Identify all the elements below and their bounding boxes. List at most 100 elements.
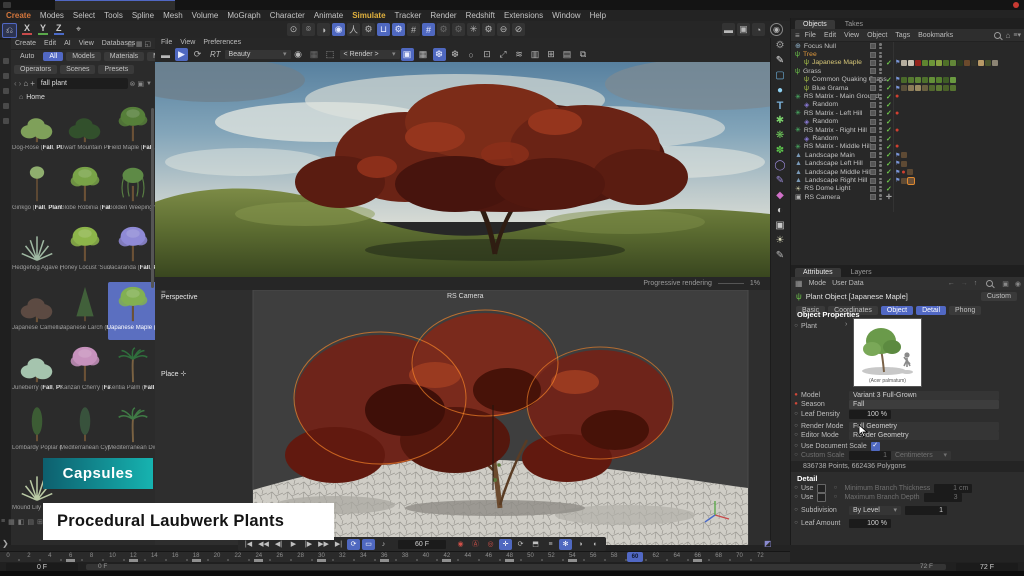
enabled-check-icon[interactable]: ✓ <box>886 84 892 92</box>
editor-render-dots[interactable] <box>879 52 882 58</box>
redshift-tag-icon[interactable]: ● <box>895 127 899 134</box>
material-tag[interactable] <box>964 60 970 66</box>
browser-tab-auto[interactable]: Auto <box>14 52 40 61</box>
browser-subtab-presets[interactable]: Presets <box>98 65 134 74</box>
key-parameter-button[interactable]: ≡ <box>544 539 557 550</box>
enabled-check-icon[interactable]: ✓ <box>886 101 892 109</box>
axis-x-button[interactable]: X <box>22 23 32 35</box>
editor-render-dots[interactable] <box>879 102 882 108</box>
grid-icon[interactable]: ▦ <box>308 48 321 61</box>
object-row-japanese-maple-2[interactable]: ψJapanese Maple✓⚑ <box>791 59 1024 67</box>
copy-icon[interactable]: ⧉ <box>577 48 590 61</box>
key-rotation-button[interactable]: ⟳ <box>514 539 527 550</box>
search-input[interactable]: fall plant <box>37 78 128 89</box>
anim-dot[interactable]: ○ <box>791 411 801 417</box>
anim-dot[interactable]: ○ <box>791 423 801 429</box>
material-tag[interactable] <box>907 169 913 175</box>
render-settings-button[interactable]: ◔ <box>752 23 765 36</box>
visibility-toggle[interactable] <box>870 127 876 133</box>
live-selection-icon[interactable]: ⊙ <box>287 23 300 36</box>
object-row-random-7[interactable]: ◈Random✓ <box>791 101 1024 109</box>
editor-render-dots[interactable] <box>879 152 882 158</box>
goto-start-button[interactable]: |◀ <box>242 539 255 550</box>
spline-circle-icon[interactable]: ◯ <box>771 158 789 173</box>
pixel-grid-icon[interactable]: ▦ <box>417 48 430 61</box>
material-tag[interactable] <box>922 77 928 83</box>
tool-icon[interactable] <box>3 103 9 109</box>
leaf-density-input[interactable]: 100 % <box>849 410 891 419</box>
expand-icon[interactable]: ⤢ <box>497 48 510 61</box>
material-tag[interactable] <box>922 60 928 66</box>
cluster-icon[interactable]: ❋ <box>771 128 789 143</box>
plant-item-kanzan-cherry[interactable]: Kanzan Cherry (Fall, Pl... <box>60 342 110 400</box>
material-tag[interactable] <box>901 178 907 184</box>
om-menu-view[interactable]: View <box>844 32 859 39</box>
plant-preview[interactable]: (Acer palmatum) <box>853 318 922 387</box>
key-scale-button[interactable]: ⬒ <box>529 539 542 550</box>
next-frame-button[interactable]: |▶ <box>302 539 315 550</box>
enabled-check-icon[interactable]: ✓ <box>886 126 892 134</box>
editor-render-dots[interactable] <box>879 77 882 83</box>
play-button[interactable]: ▶ <box>287 539 300 550</box>
object-row-common-quaking-grass-4[interactable]: ψCommon Quaking Grass✓⚑ <box>791 76 1024 84</box>
enabled-check-icon[interactable]: ✓ <box>886 135 892 143</box>
dim2-icon[interactable]: ⚙ <box>452 23 465 36</box>
plant-item-jacaranda[interactable]: Jacaranda (Fall, Plant) <box>108 222 155 280</box>
timeline-mini-icon-0[interactable]: ≡ <box>1 518 5 526</box>
menu-item-tools[interactable]: Tools <box>104 11 123 20</box>
menu-item-select[interactable]: Select <box>73 11 95 20</box>
custom-button[interactable]: Custom <box>981 292 1017 301</box>
enabled-check-icon[interactable]: ✓ <box>886 118 892 126</box>
material-tag[interactable] <box>908 60 914 66</box>
material-tag[interactable] <box>901 77 907 83</box>
material-tag[interactable] <box>908 178 914 184</box>
object-row-rs-camera-18[interactable]: ▣RS Camera✛ <box>791 193 1024 201</box>
tool-icon[interactable] <box>3 58 9 64</box>
om-menu-file[interactable]: File <box>805 32 816 39</box>
anim-dot[interactable]: ○ <box>791 520 801 526</box>
keyframe-selection-button[interactable]: ◑ <box>574 539 587 550</box>
anim-dot[interactable]: ○ <box>791 323 801 329</box>
pen-tool-icon[interactable]: ✎ <box>771 53 789 68</box>
material-tag[interactable] <box>950 77 956 83</box>
editor-render-dots[interactable] <box>879 94 882 100</box>
om-tab-takes[interactable]: Takes <box>837 20 871 29</box>
record-keyframe-button[interactable]: ◉ <box>454 539 467 550</box>
season-select[interactable]: Fall <box>849 400 999 409</box>
object-row-focus-null-0[interactable]: ⊕Focus Null <box>791 42 1024 50</box>
snap-grid-icon[interactable]: # <box>422 23 435 36</box>
leaf-amount-input[interactable]: 100 % <box>849 519 891 528</box>
material-tag[interactable] <box>936 85 942 91</box>
compare-icon[interactable]: ≋ <box>513 48 526 61</box>
material-tag[interactable] <box>901 85 907 91</box>
viewport-camera-menu[interactable]: Perspective <box>161 294 198 301</box>
editor-render-dots[interactable] <box>879 194 882 200</box>
material-tag[interactable] <box>908 85 914 91</box>
custom-scale-unit-select[interactable]: Centimeters▾ <box>891 451 951 460</box>
plant-item-dog-rose[interactable]: Dog-Rose (Fall, Plant) <box>12 102 62 160</box>
object-row-landscape-middle-hill-15[interactable]: ▲Landscape Middle Hill✓⚑● <box>791 168 1024 176</box>
browser-menu-ai[interactable]: AI <box>64 40 71 47</box>
current-frame-marker[interactable]: 60 <box>627 552 643 562</box>
material-tag[interactable] <box>936 77 942 83</box>
visibility-toggle[interactable] <box>870 85 876 91</box>
menu-item-create[interactable]: Create <box>6 11 31 20</box>
render-select[interactable]: < Render >▾ <box>340 50 400 59</box>
axis-z-button[interactable]: Z <box>54 23 64 35</box>
enabled-check-icon[interactable]: ✓ <box>886 93 892 101</box>
object-row-rs-matrix-middle-hill-12[interactable]: ✳RS Matrix - Middle Hill✓● <box>791 143 1024 151</box>
visibility-toggle[interactable] <box>870 178 876 184</box>
prev-key-button[interactable]: ◀◀ <box>257 539 270 550</box>
redshift-tag-icon[interactable]: ● <box>901 169 905 176</box>
lock-icon[interactable]: ▣ <box>1002 280 1009 288</box>
plant-item-kentia-palm[interactable]: Kentia Palm (Fall, Plant) <box>108 342 155 400</box>
rt-label[interactable]: RT <box>210 50 221 59</box>
material-tag[interactable] <box>929 60 935 66</box>
pv-icon[interactable]: ▤ <box>561 48 574 61</box>
menu-item-redshift[interactable]: Redshift <box>466 11 495 20</box>
menu-item-mesh[interactable]: Mesh <box>163 11 183 20</box>
add-image-icon[interactable]: ⊞ <box>545 48 558 61</box>
object-row-rs-matrix-left-hill-8[interactable]: ✳RS Matrix - Left Hill✓● <box>791 109 1024 117</box>
editor-render-dots[interactable] <box>879 186 882 192</box>
redshift-tag-icon[interactable]: ● <box>895 110 899 117</box>
